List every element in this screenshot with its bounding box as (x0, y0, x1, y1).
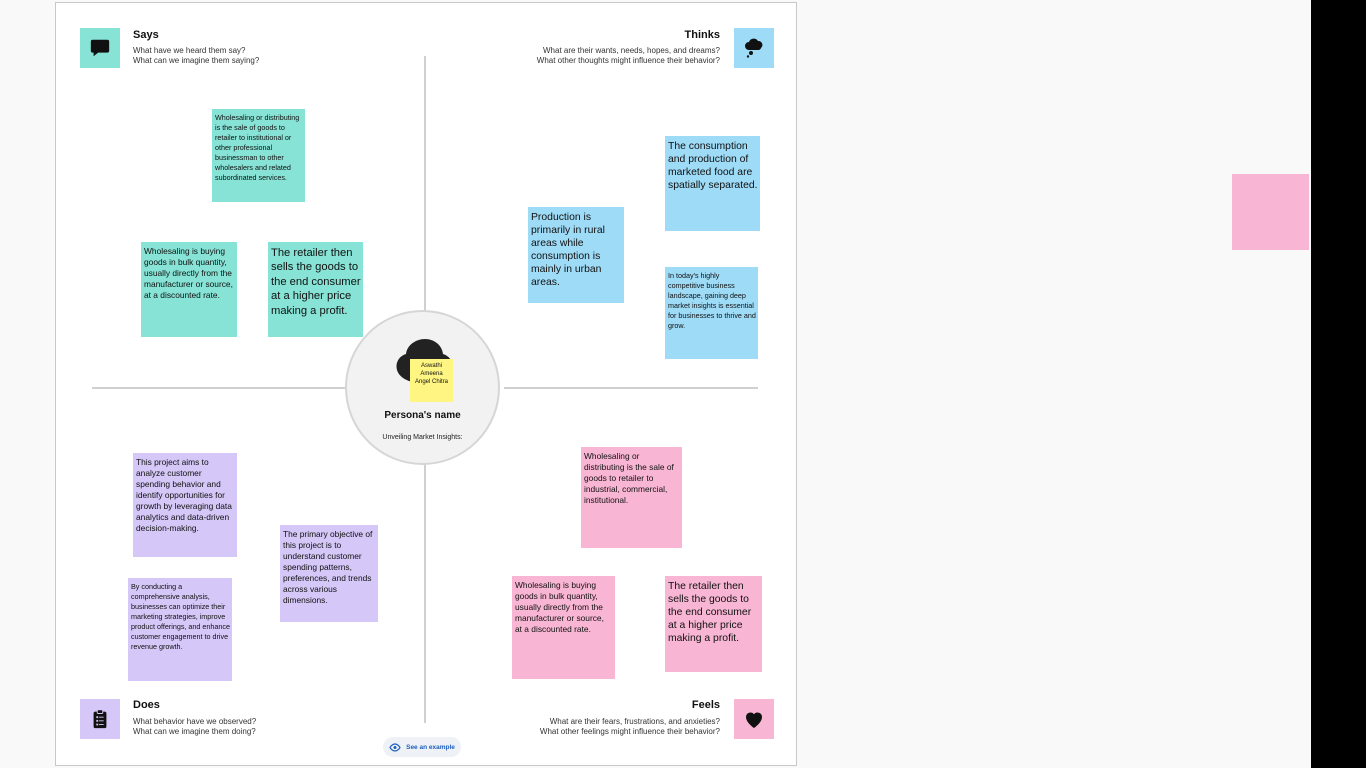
feels-question-1: What are their fears, frustrations, and … (549, 717, 720, 726)
eye-icon (389, 742, 401, 752)
says-sticky-note-1[interactable]: Wholesaling or distributing is the sale … (212, 109, 305, 202)
thinks-question-1: What are their wants, needs, hopes, and … (543, 46, 720, 55)
horizontal-axis-right (504, 387, 758, 389)
persona-subtitle: Unveiling Market Insights: (382, 434, 463, 441)
says-question-2: What can we imagine them saying? (133, 56, 260, 65)
persona-circle: Aswathi Ameena Angel Chitra Persona's na… (345, 310, 500, 465)
see-example-label: See an example (406, 743, 455, 751)
persona-names-note[interactable]: Aswathi Ameena Angel Chitra (410, 359, 453, 402)
feels-sticky-note-3[interactable]: The retailer then sells the goods to the… (665, 576, 762, 672)
does-question-1: What behavior have we observed? (133, 717, 257, 726)
thinks-sticky-note-3[interactable]: In today's highly competitive business l… (665, 267, 758, 359)
says-icon-tile (80, 28, 120, 68)
horizontal-axis-left (92, 387, 348, 389)
says-sticky-note-2[interactable]: Wholesaling is buying goods in bulk quan… (141, 242, 237, 337)
thinks-question-2: What other thoughts might influence thei… (536, 56, 720, 65)
persona-name[interactable]: Persona's name (347, 410, 498, 421)
empathy-map-board: Says What have we heard them say? What c… (55, 2, 797, 766)
does-sticky-note-3[interactable]: By conducting a comprehensive analysis, … (128, 578, 232, 681)
does-sticky-note-1[interactable]: This project aims to analyze customer sp… (133, 453, 237, 557)
says-title: Says (133, 29, 159, 41)
see-example-button[interactable]: See an example (383, 737, 461, 757)
thinks-icon-tile (734, 28, 774, 68)
feels-title: Feels (691, 699, 720, 711)
heart-icon (746, 712, 762, 728)
says-sticky-note-3[interactable]: The retailer then sells the goods to the… (268, 242, 363, 337)
thought-cloud-icon (745, 38, 763, 58)
feels-sticky-note-2[interactable]: Wholesaling is buying goods in bulk quan… (512, 576, 615, 679)
says-question-1: What have we heard them say? (133, 46, 246, 55)
thinks-sticky-note-2[interactable]: Production is primarily in rural areas w… (528, 207, 624, 303)
canvas-sticky-note[interactable] (1232, 174, 1309, 250)
speech-bubble-icon (90, 39, 110, 57)
thinks-sticky-note-1[interactable]: The consumption and production of market… (665, 136, 760, 231)
does-question-2: What can we imagine them doing? (133, 727, 256, 736)
clipboard-icon (93, 709, 107, 729)
thinks-title: Thinks (684, 29, 720, 41)
feels-sticky-note-1[interactable]: Wholesaling or distributing is the sale … (581, 447, 682, 548)
feels-icon-tile (734, 699, 774, 739)
feels-question-2: What other feelings might influence thei… (539, 727, 720, 736)
does-title: Does (133, 699, 160, 711)
does-sticky-note-2[interactable]: The primary objective of this project is… (280, 525, 378, 622)
does-icon-tile (80, 699, 120, 739)
